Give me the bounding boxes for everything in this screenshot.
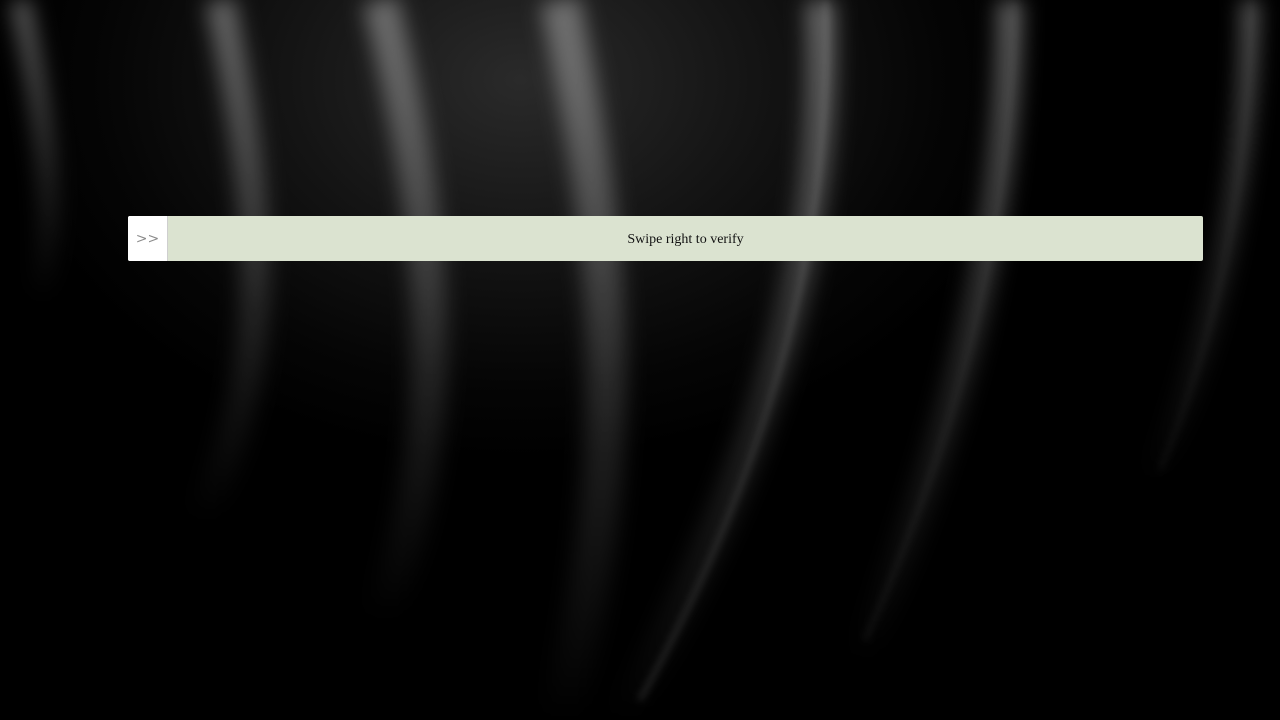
double-chevron-right-icon: >> — [135, 230, 160, 247]
background-image — [0, 0, 1280, 720]
slider-label: Swipe right to verify — [627, 231, 744, 247]
light-streaks-decoration — [10, 0, 1259, 720]
slider-handle[interactable]: >> — [128, 216, 168, 261]
swipe-verify-slider[interactable]: >> Swipe right to verify — [128, 216, 1203, 261]
